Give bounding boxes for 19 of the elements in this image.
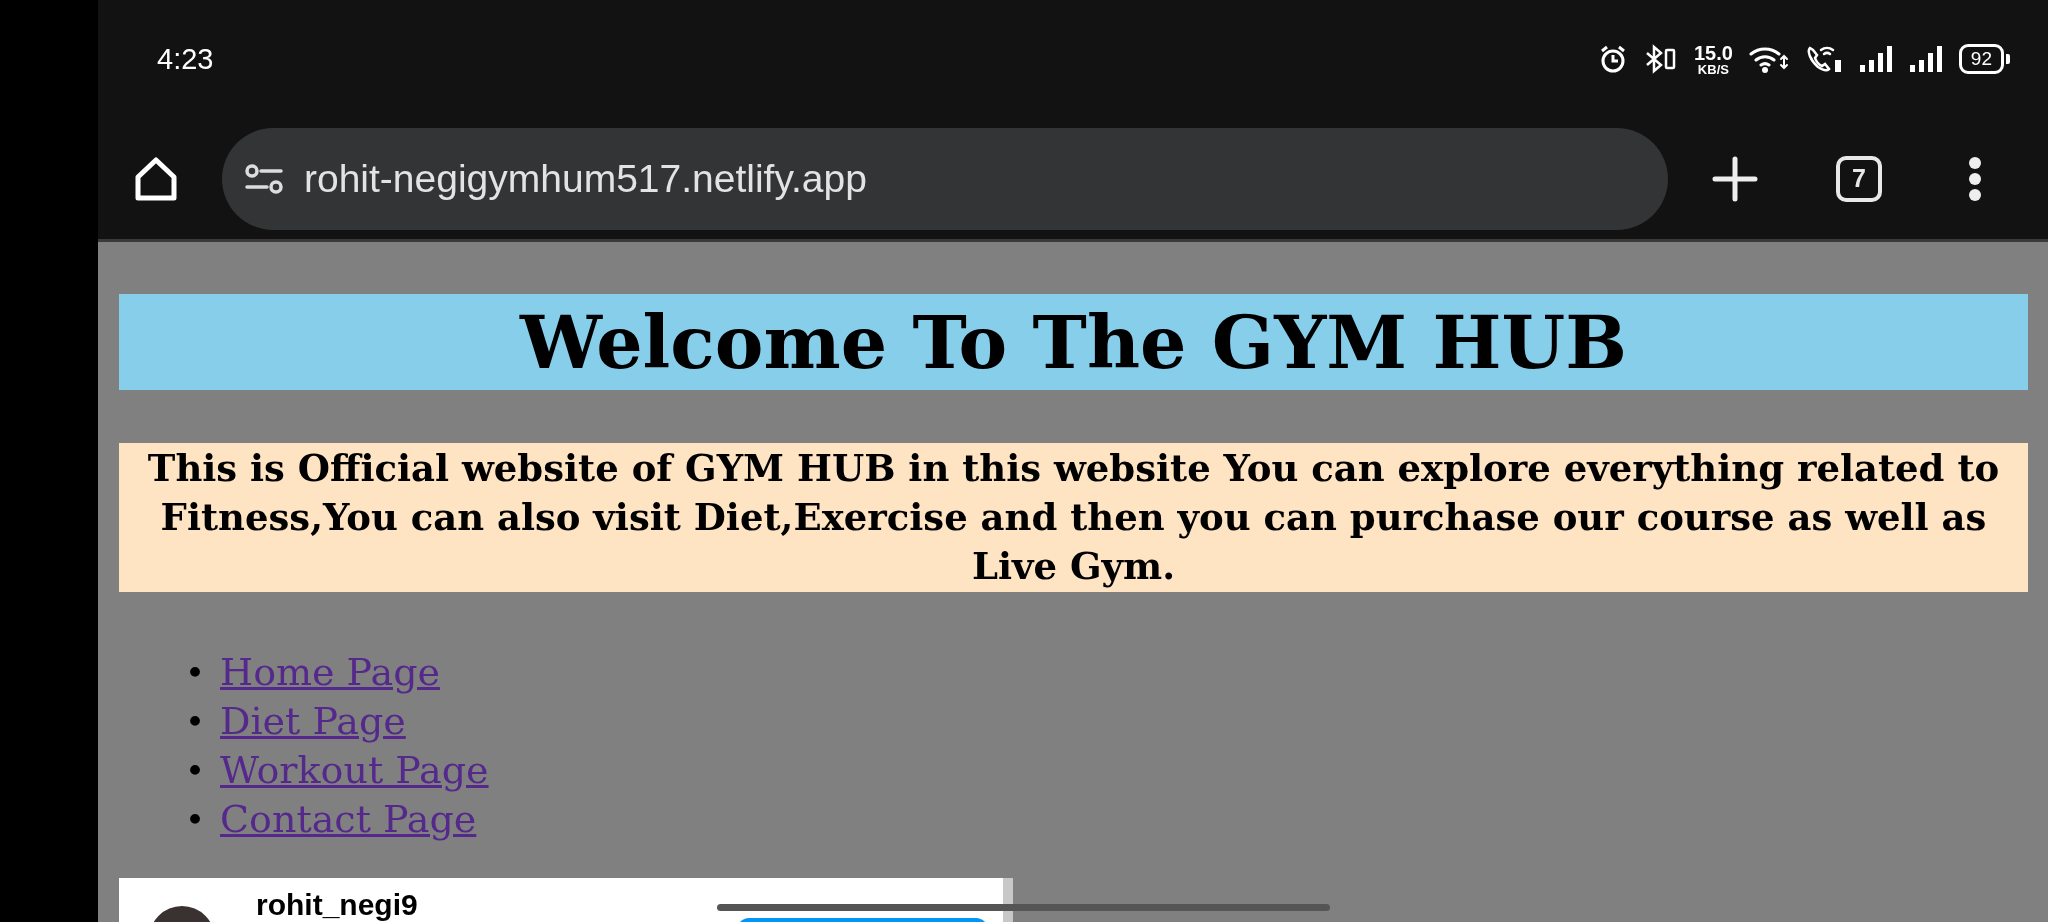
tab-count[interactable]: 7: [1836, 155, 1882, 202]
username[interactable]: rohit_negi9: [256, 888, 418, 922]
bullet-mark: •: [185, 799, 207, 842]
signal-icon: [1858, 44, 1893, 74]
site-settings-icon[interactable]: [244, 162, 284, 195]
bullet-mark: •: [185, 652, 207, 695]
address-bar[interactable]: rohit-negigymhum517.netlify.app: [222, 127, 1668, 230]
bullet-mark: •: [185, 701, 207, 744]
url-text[interactable]: rohit-negigymhum517.netlify.app: [304, 156, 867, 201]
page-heading: Welcome To The GYM HUB: [119, 294, 2028, 390]
intro-paragraph: This is Official website of GYM HUB in this website You can explore everything related to Fitness,You can also visit Diet,Exercise and then you can purchase our course as well as Live Gym.: [119, 443, 2028, 592]
speed-unit: KB/S: [1697, 62, 1729, 76]
network-speed: 15.0: [1693, 42, 1733, 63]
menu-icon[interactable]: [1968, 155, 1982, 202]
clock-time: 4:23: [157, 42, 214, 76]
new-tab-icon[interactable]: [1712, 155, 1758, 202]
bullet-mark: •: [185, 750, 207, 793]
signal-icon: [1908, 44, 1943, 74]
battery-level: 92: [1958, 44, 2004, 74]
